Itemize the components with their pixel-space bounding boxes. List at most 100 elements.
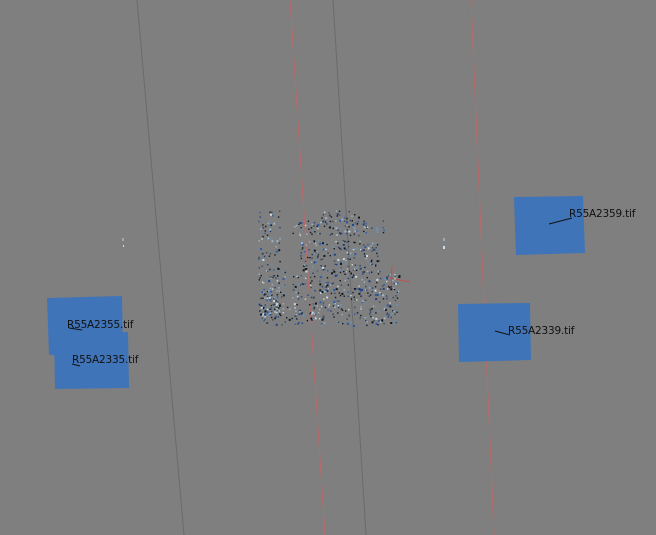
cloud-point: [301, 222, 303, 224]
cloud-point: [363, 253, 366, 255]
cloud-point: [314, 242, 317, 244]
cloud-point: [296, 304, 298, 306]
cloud-point: [349, 234, 352, 237]
cloud-point: [302, 314, 305, 317]
cloud-point: [336, 263, 338, 266]
cloud-point: [337, 305, 339, 307]
cloud-point: [277, 216, 280, 218]
cloud-point: [395, 310, 397, 312]
cloud-point: [310, 317, 313, 320]
cloud-point: [282, 271, 285, 274]
cloud-point: [312, 272, 314, 274]
cloud-point: [364, 317, 366, 319]
cloud-point: [363, 244, 365, 246]
cloud-point: [328, 212, 330, 214]
cloud-point: [332, 227, 334, 230]
cloud-point: [335, 288, 338, 291]
cloud-point: [279, 314, 282, 317]
cloud-point: [321, 318, 324, 321]
cloud-point: [386, 312, 389, 314]
cloud-point: [267, 295, 269, 298]
cloud-point: [305, 244, 307, 246]
cloud-point: [282, 303, 284, 305]
cloud-point: [320, 265, 322, 267]
cloud-point: [368, 272, 371, 274]
cloud-point: [376, 229, 379, 232]
cloud-point: [264, 230, 266, 232]
cloud-point: [369, 308, 372, 311]
cloud-point: [326, 277, 329, 279]
cloud-point: [292, 292, 294, 295]
cloud-point: [327, 309, 329, 311]
cloud-point: [295, 310, 297, 312]
cloud-point: [276, 308, 279, 310]
cloud-point: [398, 276, 401, 278]
cloud-point: [279, 260, 281, 263]
cloud-point: [365, 222, 367, 225]
cloud-point: [374, 289, 377, 292]
cloud-point: [262, 224, 264, 226]
cloud-point: [375, 312, 377, 314]
cloud-point: [308, 228, 310, 230]
cloud-point: [347, 284, 349, 286]
cloud-point: [296, 295, 299, 298]
cloud-point: [300, 255, 302, 257]
cloud-point: [354, 306, 356, 309]
cloud-point: [261, 317, 263, 319]
cloud-point: [301, 322, 304, 324]
cloud-point: [345, 263, 347, 265]
cloud-point: [271, 276, 273, 278]
cloud-point: [353, 296, 355, 298]
cloud-point: [383, 317, 386, 320]
cloud-point: [270, 300, 272, 302]
cloud-point: [346, 271, 348, 273]
cloud-point: [380, 321, 382, 323]
cloud-point: [264, 304, 266, 306]
cloud-point: [338, 210, 341, 212]
cloud-point: [258, 303, 261, 306]
cloud-point: [340, 266, 342, 269]
cloud-point: [347, 258, 349, 260]
cloud-point: [360, 295, 362, 297]
cloud-point: [348, 308, 350, 311]
cloud-point: [304, 260, 307, 263]
cloud-point: [270, 237, 273, 240]
cloud-point: [386, 298, 388, 300]
cloud-point: [366, 270, 369, 273]
cloud-point: [264, 297, 266, 299]
cloud-point: [284, 321, 286, 323]
cloud-point: [335, 241, 337, 243]
cloud-point: [393, 320, 396, 322]
cloud-point: [362, 273, 364, 275]
cloud-point: [339, 294, 342, 297]
cloud-point: [306, 268, 308, 270]
cloud-point: [372, 305, 375, 307]
camera-frustum-r55a2359[interactable]: [514, 196, 585, 255]
3d-viewport[interactable]: R55A2359.tif R55A2339.tif R55A2355.tif R…: [0, 0, 656, 535]
cloud-point: [273, 222, 276, 225]
cloud-point: [366, 321, 368, 323]
cloud-point: [359, 240, 361, 243]
cloud-point: [339, 219, 342, 222]
cloud-point: [307, 220, 310, 222]
cloud-point: [272, 215, 274, 217]
cloud-point: [278, 290, 281, 292]
cloud-point: [348, 226, 350, 228]
cloud-point: [374, 265, 377, 267]
cloud-point: [367, 292, 369, 294]
cloud-point: [347, 240, 350, 243]
cloud-point: [340, 284, 343, 286]
cloud-point: [337, 246, 340, 249]
cloud-point: [300, 257, 303, 260]
cloud-point: [334, 292, 336, 294]
cloud-point: [331, 283, 333, 285]
cloud-point: [273, 300, 276, 302]
cloud-point: [375, 246, 377, 249]
cloud-point: [284, 271, 286, 274]
cloud-point: [394, 313, 396, 315]
cloud-point: [379, 291, 381, 294]
cloud-point: [366, 316, 369, 319]
cloud-point: [268, 238, 270, 241]
cloud-point: [356, 247, 359, 249]
cloud-point: [267, 313, 270, 316]
